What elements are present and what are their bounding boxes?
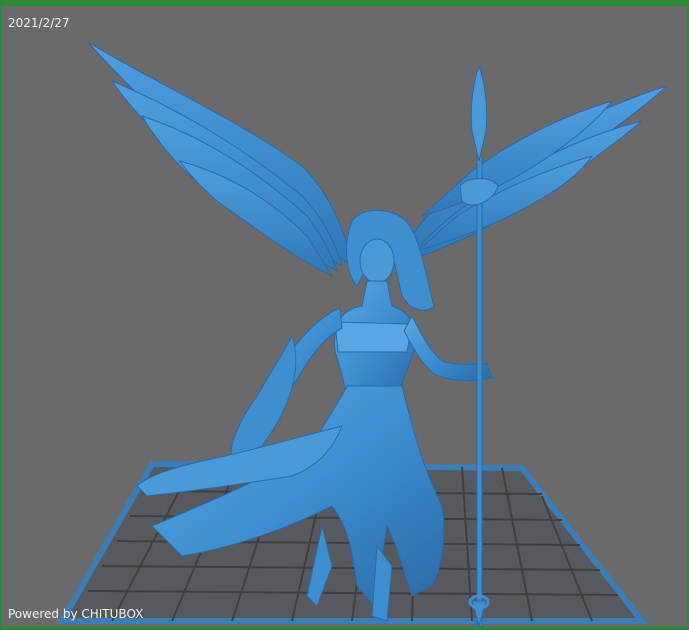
date-label: 2021/2/27 xyxy=(8,16,70,30)
scene-canvas[interactable] xyxy=(2,6,687,627)
powered-by-label: Powered by CHITUBOX xyxy=(8,607,144,621)
3d-viewport[interactable]: 2021/2/27 Powered by CHITUBOX xyxy=(0,0,689,630)
corset xyxy=(334,321,413,353)
face xyxy=(359,238,395,284)
left-wing xyxy=(87,41,353,278)
right-wing xyxy=(401,85,668,262)
